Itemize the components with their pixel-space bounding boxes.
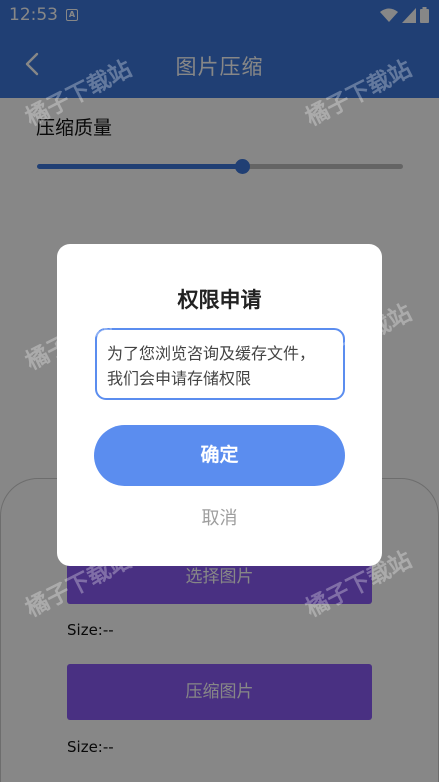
confirm-button[interactable]: 确定 (94, 425, 345, 486)
cancel-button[interactable]: 取消 (57, 504, 382, 530)
dialog-title: 权限申请 (177, 288, 262, 312)
dialog-message: 为了您浏览咨询及缓存文件， 我们会申请存储权限 (95, 328, 345, 400)
permission-dialog: 权限申请 为了您浏览咨询及缓存文件， 我们会申请存储权限 确定 取消 (57, 244, 382, 566)
